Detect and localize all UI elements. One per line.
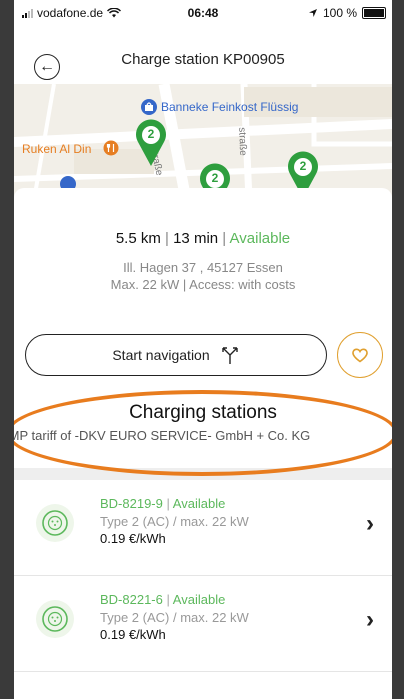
page-title: Charge station KP00905 (121, 51, 285, 68)
favorite-button[interactable] (337, 332, 383, 378)
charging-point-status: Available (172, 496, 226, 511)
phone-frame: vodafone.de 06:48 100 % ← Charge station… (0, 0, 404, 699)
station-details: Ill. Hagen 37 , 45127 Essen Max. 22 kW |… (14, 259, 392, 293)
route-icon (221, 347, 238, 364)
status-right: 100 % (308, 6, 386, 20)
charging-point-id: BD-8219-9 (100, 496, 163, 511)
map-view[interactable]: Banneke Feinkost Flüssig Ruken Al Din st… (14, 84, 392, 200)
heart-icon (352, 348, 368, 363)
duration: 13 min (173, 230, 219, 247)
tariff-text: EMP tariff of -DKV EURO SERVICE- GmbH + … (14, 428, 311, 443)
cluster-count: 2 (299, 159, 307, 173)
location-arrow-icon (308, 9, 317, 17)
street-label: straße (236, 127, 249, 156)
charging-point-price: 0.19 €/kWh (100, 531, 166, 546)
app-screen: vodafone.de 06:48 100 % ← Charge station… (14, 0, 392, 699)
station-access: Max. 22 kW | Access: with costs (110, 277, 296, 292)
chevron-right-icon: › (366, 510, 374, 537)
charging-stations-title: Charging stations (129, 402, 277, 423)
charging-point-row[interactable]: BD-8219-9 | Available Type 2 (AC) / max.… (14, 480, 392, 576)
poi-label-banneke[interactable]: Banneke Feinkost Flüssig (161, 100, 298, 114)
charging-point-status-line: BD-8219-9 | Available (100, 496, 225, 511)
separator: | (222, 230, 227, 247)
restaurant-icon (103, 140, 119, 156)
station-summary: 5.5 km | 13 min | Available (14, 230, 392, 247)
charging-point-type: Type 2 (AC) / max. 22 kW (100, 514, 249, 529)
station-address: Ill. Hagen 37 , 45127 Essen (123, 260, 283, 275)
plug-type2-icon (36, 600, 74, 638)
poi-label-ruken[interactable]: Ruken Al Din (22, 142, 91, 156)
divider (14, 468, 392, 480)
map-marker-cluster[interactable] (133, 118, 169, 168)
charging-point-status: Available (172, 592, 226, 607)
separator: | (166, 592, 170, 607)
charging-point-id: BD-8221-6 (100, 592, 163, 607)
separator: | (165, 230, 169, 247)
start-navigation-button[interactable]: Start navigation (25, 334, 327, 376)
charging-point-price: 0.19 €/kWh (100, 627, 166, 642)
plug-type2-icon (36, 504, 74, 542)
charging-point-type: Type 2 (AC) / max. 22 kW (100, 610, 249, 625)
charging-point-status-line: BD-8221-6 | Available (100, 592, 225, 607)
separator: | (166, 496, 170, 511)
cluster-count: 2 (147, 127, 155, 141)
app-header: ← Charge station KP00905 (14, 26, 392, 84)
chevron-right-icon: › (366, 606, 374, 633)
list-continuation (14, 672, 392, 699)
battery-percent: 100 % (322, 6, 357, 20)
status-bar: vodafone.de 06:48 100 % (14, 0, 392, 26)
availability-status: Available (229, 230, 291, 247)
shopping-bag-icon (141, 99, 157, 115)
battery-icon (362, 7, 386, 19)
distance: 5.5 km (115, 230, 161, 247)
start-navigation-label: Start navigation (112, 347, 210, 363)
station-card: 5.5 km | 13 min | Available Ill. Hagen 3… (14, 188, 392, 699)
cluster-count: 2 (211, 171, 219, 185)
charging-point-row[interactable]: BD-8221-6 | Available Type 2 (AC) / max.… (14, 576, 392, 672)
